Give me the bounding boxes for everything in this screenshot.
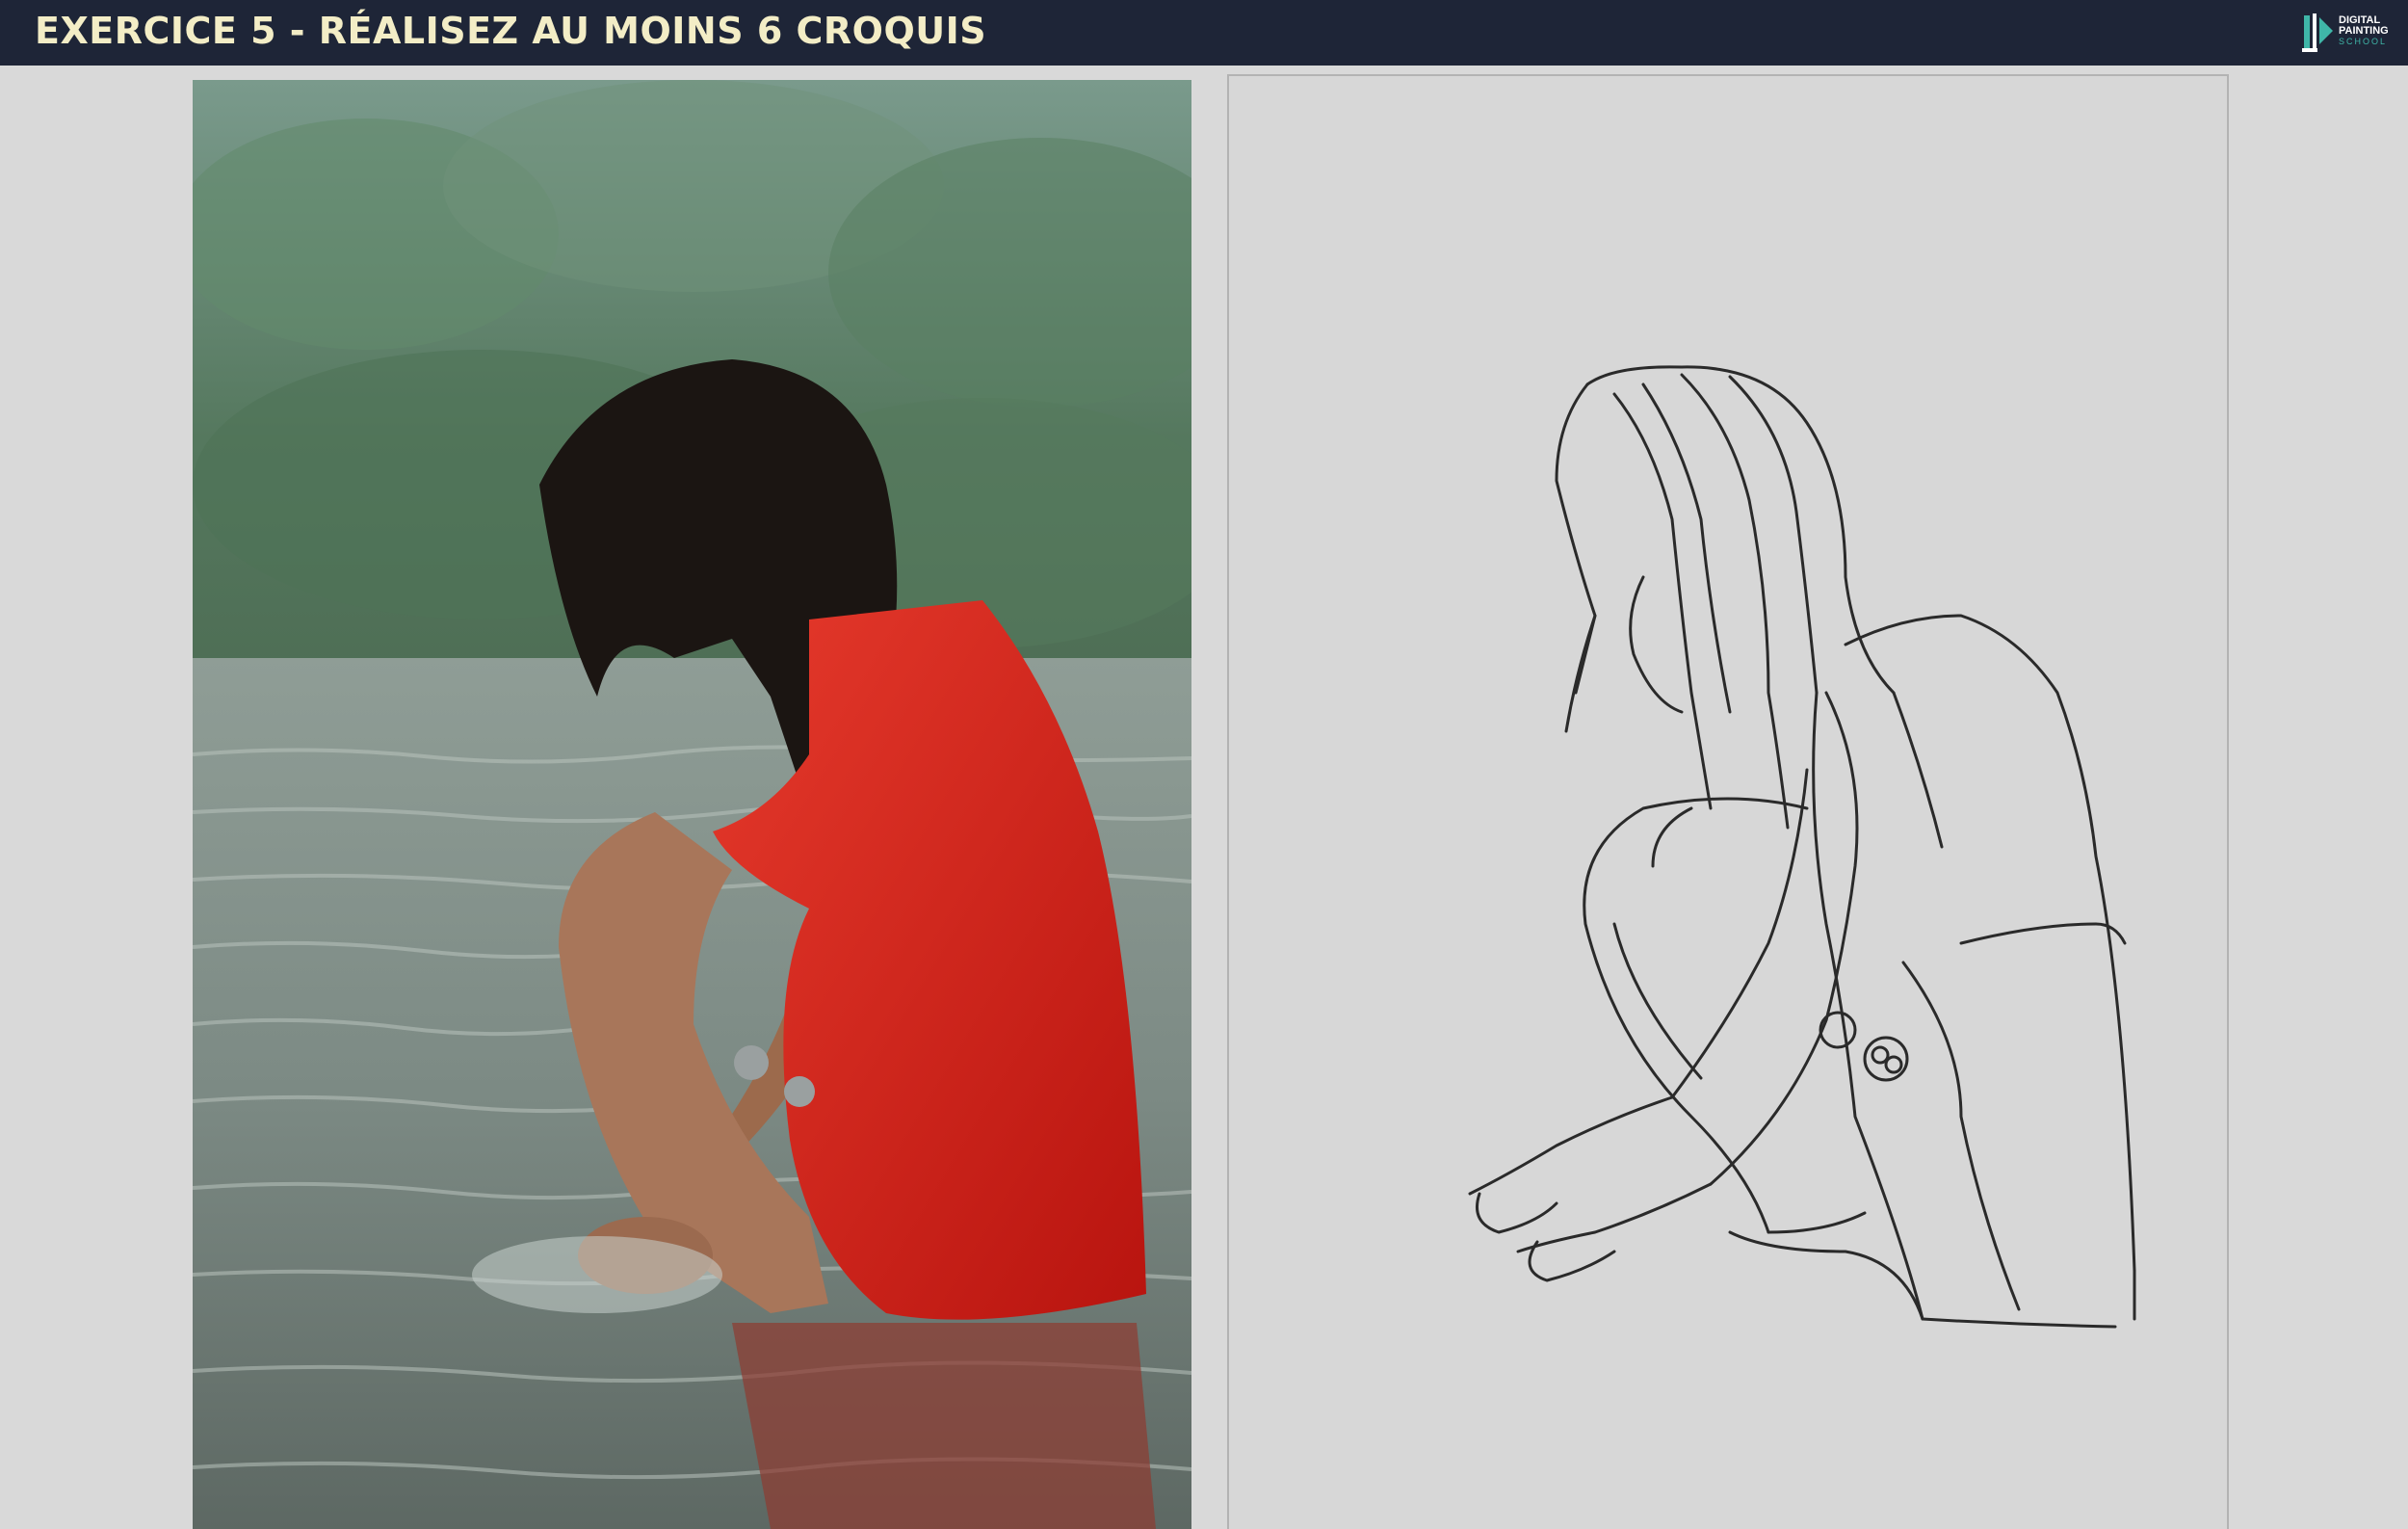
paintbrush-logo-icon	[2302, 13, 2333, 52]
brand-logo: DIGITAL PAINTING SCHOOL	[2300, 12, 2396, 54]
logo-line-school: SCHOOL	[2339, 37, 2388, 46]
header-bar: EXERCICE 5 - RÉALISEZ AU MOINS 6 CROQUIS…	[0, 0, 2408, 66]
reference-photo	[193, 80, 1191, 1529]
reference-photo-illustration	[193, 80, 1191, 1529]
sketch-panel	[1227, 74, 2229, 1529]
logo-line-painting: PAINTING	[2339, 25, 2389, 37]
page-title: EXERCICE 5 - RÉALISEZ AU MOINS 6 CROQUIS	[35, 10, 987, 52]
sketch-drawing	[1468, 365, 2136, 1329]
